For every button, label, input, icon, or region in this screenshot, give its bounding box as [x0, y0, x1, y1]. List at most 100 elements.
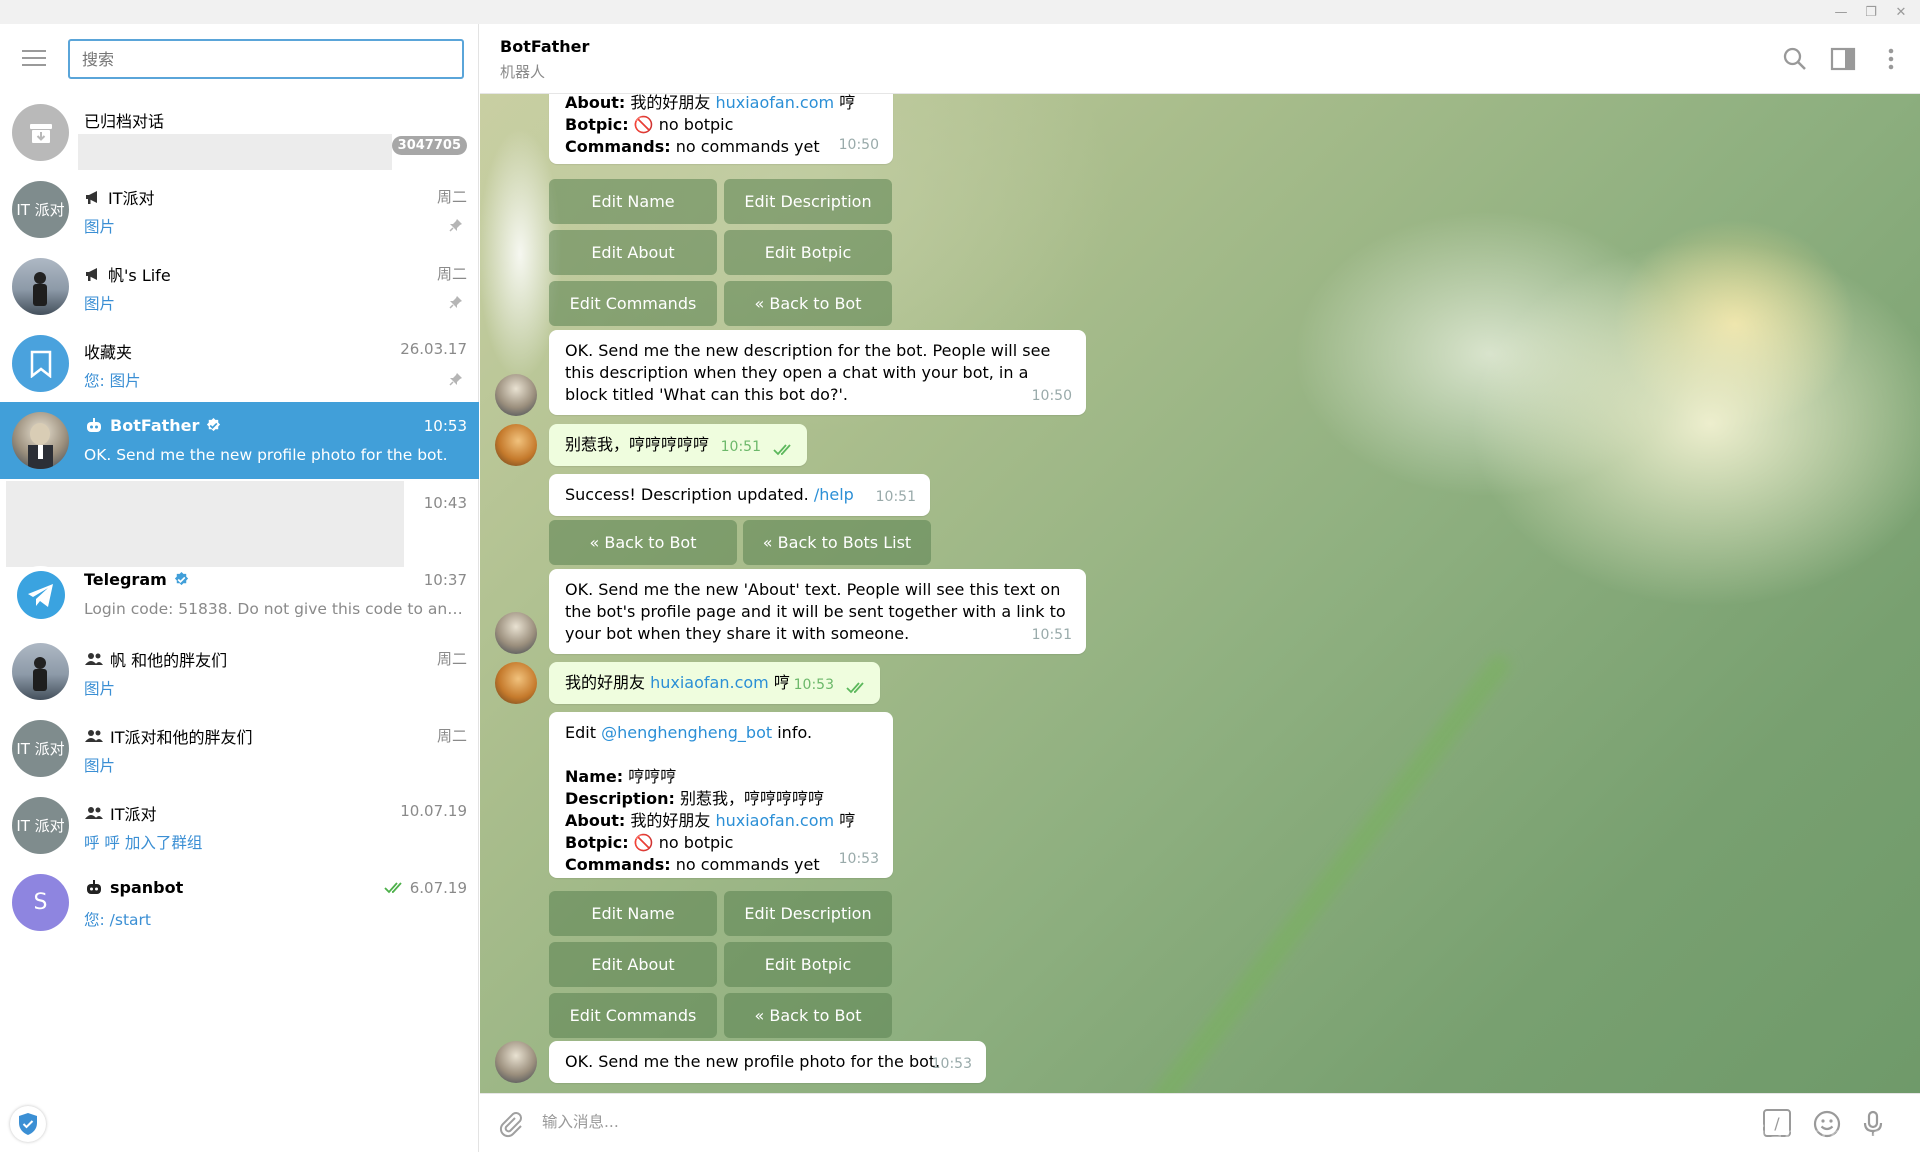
kb-edit-name-button[interactable]: Edit Name	[549, 179, 717, 224]
chat-item-archived[interactable]: 已归档对话 3047705	[0, 94, 479, 171]
chat-name: IT派对	[84, 801, 157, 825]
wallpaper-stem	[1127, 650, 1515, 1093]
kb-back-to-bot-button[interactable]: « Back to Bot	[724, 993, 892, 1038]
my-avatar[interactable]	[495, 662, 537, 704]
sidebar: 已归档对话 3047705 IT 派对 IT派对 周二 图片 帆's Life …	[0, 24, 479, 1152]
redacted-preview	[78, 134, 392, 170]
about-link[interactable]: huxiaofan.com	[715, 811, 834, 830]
chat-item-fans-life[interactable]: 帆's Life 周二 图片	[0, 248, 479, 325]
bot-username-link[interactable]: @henghengheng_bot	[601, 723, 772, 742]
kb-edit-about-button[interactable]: Edit About	[549, 942, 717, 987]
kb-edit-commands-button[interactable]: Edit Commands	[549, 281, 717, 326]
message-text: OK. Send me the new 'About' text. People…	[565, 580, 1066, 643]
pin-icon	[449, 296, 462, 309]
security-shield-icon[interactable]	[10, 1106, 46, 1142]
chat-time: 周二	[436, 727, 467, 745]
double-check-icon	[384, 882, 402, 894]
unread-count-badge: 3047705	[391, 136, 467, 155]
chat-name: Telegram	[84, 570, 190, 589]
chat-time: 10:37	[423, 571, 467, 589]
chat-preview: 图片	[84, 757, 116, 775]
chat-list: 已归档对话 3047705 IT 派对 IT派对 周二 图片 帆's Life …	[0, 94, 479, 941]
peer-name[interactable]: BotFather	[500, 37, 589, 56]
bot-info-message: Edit @henghengheng_bot info. Name: 哼哼哼 D…	[549, 712, 893, 878]
telegram-logo-icon	[12, 566, 69, 623]
pin-icon	[449, 373, 462, 386]
about-link[interactable]: huxiaofan.com	[715, 94, 834, 112]
bot-message: OK. Send me the new profile photo for th…	[549, 1041, 986, 1083]
bot-icon	[87, 879, 101, 894]
group-icon	[85, 807, 103, 819]
chat-item-redacted[interactable]: 10:43	[0, 479, 479, 567]
restore-button[interactable]: ❐	[1856, 0, 1886, 24]
botfather-avatar[interactable]	[495, 612, 537, 654]
chat-time: 10.07.19	[400, 802, 467, 820]
message-time: 10:53	[793, 677, 834, 693]
chat-name: IT派对	[84, 185, 155, 209]
spanbot-avatar: S	[12, 874, 69, 931]
bot-message: OK. Send me the new 'About' text. People…	[549, 569, 1086, 654]
chat-messages-area[interactable]: About: 我的好朋友 huxiaofan.com 哼 Botpic: 🚫 n…	[480, 94, 1920, 1093]
botfather-avatar[interactable]	[495, 374, 537, 416]
kb-back-to-bot-button[interactable]: « Back to Bot	[549, 520, 737, 565]
kb-edit-botpic-button[interactable]: Edit Botpic	[724, 942, 892, 987]
chat-item-it-party[interactable]: IT 派对 IT派对 周二 图片	[0, 171, 479, 248]
outgoing-message: 别惹我，哼哼哼哼哼 10:51	[549, 424, 807, 466]
attach-paperclip-icon[interactable]	[495, 1109, 525, 1139]
kb-edit-description-button[interactable]: Edit Description	[724, 179, 892, 224]
chat-item-group-fan-friends[interactable]: 帆 和他的胖友们 周二 图片	[0, 633, 479, 710]
no-entry-icon: 🚫	[633, 115, 654, 134]
edit-line: Edit @henghengheng_bot info.	[565, 723, 813, 742]
it-party-avatar: IT 派对	[12, 797, 69, 854]
chat-name: 已归档对话	[84, 112, 165, 131]
pin-icon	[449, 219, 462, 232]
double-check-icon	[846, 682, 864, 694]
kb-edit-about-button[interactable]: Edit About	[549, 230, 717, 275]
message-input[interactable]: 输入消息...	[542, 1110, 619, 1132]
botfather-avatar	[12, 412, 69, 469]
chat-item-telegram[interactable]: Telegram 10:37 Login code: 51838. Do not…	[0, 556, 479, 633]
chat-item-group-it-friends[interactable]: IT 派对 IT派对和他的胖友们 周二 图片	[0, 710, 479, 787]
kb-edit-commands-button[interactable]: Edit Commands	[549, 993, 717, 1038]
chat-preview: Login code: 51838. Do not give this code…	[84, 600, 464, 618]
kb-edit-description-button[interactable]: Edit Description	[724, 891, 892, 936]
kb-edit-name-button[interactable]: Edit Name	[549, 891, 717, 936]
kb-edit-botpic-button[interactable]: Edit Botpic	[724, 230, 892, 275]
about-line: About: 我的好朋友 huxiaofan.com 哼	[565, 811, 856, 830]
chat-name: IT派对和他的胖友们	[84, 724, 253, 748]
chat-item-saved-messages[interactable]: 收藏夹 26.03.17 您: 图片	[0, 325, 479, 402]
chat-time: 周二	[436, 265, 467, 283]
chat-item-botfather[interactable]: BotFather 10:53 OK. Send me the new prof…	[0, 402, 479, 479]
chat-preview: 图片	[84, 218, 116, 236]
group-icon	[85, 730, 103, 742]
chat-name: BotFather	[84, 416, 222, 435]
minimize-button[interactable]: —	[1826, 0, 1856, 24]
double-check-icon	[773, 444, 791, 456]
kb-back-to-bot-button[interactable]: « Back to Bot	[724, 281, 892, 326]
message-time: 10:51	[1031, 627, 1072, 643]
window-title-bar: — ❐ ✕	[0, 0, 1920, 24]
message-time: 10:53	[838, 851, 879, 867]
chat-time: 6.07.19	[384, 879, 467, 897]
chat-item-group-it-party[interactable]: IT 派对 IT派对 10.07.19 呼 呼 加入了群组	[0, 787, 479, 864]
more-vertical-icon[interactable]	[1878, 46, 1904, 72]
url-link[interactable]: huxiaofan.com	[650, 673, 769, 692]
chat-name: 收藏夹	[84, 343, 133, 362]
close-button[interactable]: ✕	[1886, 0, 1916, 24]
kb-back-to-bots-list-button[interactable]: « Back to Bots List	[743, 520, 931, 565]
channel-megaphone-icon	[86, 268, 97, 281]
my-avatar[interactable]	[495, 424, 537, 466]
hamburger-menu-icon[interactable]	[22, 50, 46, 68]
message-time: 10:50	[838, 137, 879, 153]
bot-message: Success! Description updated. /help 10:5…	[549, 474, 930, 516]
message-text: 我的好朋友	[565, 673, 646, 692]
search-icon[interactable]	[1782, 46, 1808, 72]
chat-time: 周二	[436, 650, 467, 668]
chat-item-spanbot[interactable]: S spanbot 6.07.19 您: /start	[0, 864, 479, 941]
help-command-link[interactable]: /help	[814, 485, 854, 504]
botfather-avatar[interactable]	[495, 1041, 537, 1083]
sidebar-toggle-icon[interactable]	[1830, 46, 1856, 72]
chat-time: 10:43	[423, 494, 467, 512]
name-line: Name: 哼哼哼	[565, 767, 677, 786]
search-input[interactable]	[68, 39, 464, 79]
